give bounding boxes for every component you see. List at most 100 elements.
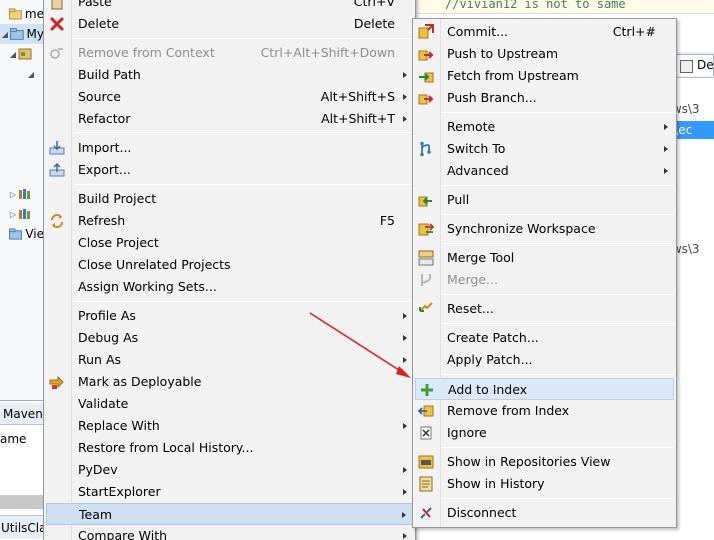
commit-icon — [418, 24, 434, 39]
submenu-arrow-icon — [403, 489, 407, 495]
menu-item-merge-tool[interactable]: Merge Tool — [415, 247, 674, 269]
tree-item-label: My — [26, 27, 44, 41]
menu-item-label: Fetch from Upstream — [447, 68, 579, 83]
menu-item-compare-with[interactable]: Compare With — [46, 525, 413, 540]
menu-item-advanced[interactable]: Advanced — [415, 160, 674, 182]
menu-item-pull[interactable]: Pull — [415, 189, 674, 211]
menu-item-pydev[interactable]: PyDev — [46, 459, 413, 481]
menu-item-startexplorer[interactable]: StartExplorer — [46, 481, 413, 503]
menu-item-label: Restore from Local History... — [78, 440, 254, 455]
menu-item-shortcut: Delete — [353, 16, 395, 31]
menu-item-label: Build Path — [78, 67, 141, 82]
menu-item-delete[interactable]: Delete Delete — [46, 13, 413, 35]
menu-item-label: Paste — [78, 0, 112, 9]
menu-item-shortcut: F5 — [379, 213, 395, 228]
menu-item-team[interactable]: Team — [46, 503, 413, 525]
menu-separator — [443, 374, 674, 375]
menu-item-paste[interactable]: Paste Ctrl+V — [46, 0, 413, 13]
synchronize-icon — [418, 223, 434, 236]
menu-separator — [443, 447, 674, 448]
tree-item[interactable]: Vie — [0, 224, 44, 244]
menu-item-run-as[interactable]: Run As — [46, 349, 413, 371]
menu-item-label: Merge Tool — [447, 250, 515, 265]
menu-item-reset[interactable]: Reset... — [415, 298, 674, 320]
tree-item[interactable]: ▷ — [0, 184, 44, 204]
tree-item[interactable]: ▷ — [0, 204, 44, 224]
disconnect-icon — [420, 507, 432, 519]
menu-item-label: Build Project — [78, 191, 157, 206]
menu-item-close-unrelated-projects[interactable]: Close Unrelated Projects — [46, 254, 413, 276]
menu-item-push-to-upstream[interactable]: Push to Upstream — [415, 43, 674, 65]
menu-item-remove-from-context[interactable]: Remove from Context Ctrl+Alt+Shift+Down — [46, 42, 413, 64]
tab-utils[interactable]: UtilsCla — [0, 515, 44, 539]
horizontal-scrollbar[interactable] — [0, 495, 44, 509]
menu-item-merge[interactable]: Merge... — [415, 269, 674, 291]
menu-item-label: Show in Repositories View — [447, 454, 611, 469]
menu-item-label: Add to Index — [448, 382, 528, 397]
menu-item-push-branch[interactable]: Push Branch... — [415, 87, 674, 109]
menu-item-label: Export... — [78, 162, 131, 177]
menu-item-label: Team — [79, 507, 113, 522]
menu-item-import[interactable]: Import... — [46, 137, 413, 159]
menu-item-debug-as[interactable]: Debug As — [46, 327, 413, 349]
menu-separator — [443, 185, 674, 186]
tab-declaration[interactable]: Dec — [674, 54, 714, 76]
menu-item-add-to-index[interactable]: Add to Index — [415, 378, 674, 400]
menu-item-assign-working-sets[interactable]: Assign Working Sets... — [46, 276, 413, 298]
menu-item-label: Switch To — [447, 141, 506, 156]
menu-item-build-path[interactable]: Build Path — [46, 64, 413, 86]
tree-item-selected[interactable]: ◢ My — [0, 24, 44, 44]
menu-item-replace-with[interactable]: Replace With — [46, 415, 413, 437]
menu-item-restore-from-local-history[interactable]: Restore from Local History... — [46, 437, 413, 459]
menu-item-commit[interactable]: Commit... Ctrl+# — [415, 21, 674, 43]
menu-item-create-patch[interactable]: Create Patch... — [415, 327, 674, 349]
remove-context-icon — [50, 48, 63, 59]
menu-item-fetch-from-upstream[interactable]: Fetch from Upstream — [415, 65, 674, 87]
menu-item-label: StartExplorer — [78, 484, 161, 499]
submenu-arrow-icon — [402, 512, 406, 518]
menu-item-switch-to[interactable]: Switch To — [415, 138, 674, 160]
pull-icon — [418, 196, 432, 207]
menu-item-label: Disconnect — [447, 505, 517, 520]
submenu-arrow-icon — [403, 94, 407, 100]
import-icon — [49, 141, 65, 155]
project-explorer: me ◢ My ◢ ◢ ▷ ▷ Vie — [0, 0, 44, 400]
tree-item[interactable]: ◢ — [0, 44, 44, 64]
menu-item-label: Compare With — [78, 528, 168, 540]
menu-item-mark-as-deployable[interactable]: Mark as Deployable — [46, 371, 413, 393]
menu-item-label: Create Patch... — [447, 330, 539, 345]
menu-item-close-project[interactable]: Close Project — [46, 232, 413, 254]
menu-item-remote[interactable]: Remote — [415, 116, 674, 138]
tab-maven[interactable]: Maven — [0, 403, 44, 425]
menu-item-label: Refresh — [78, 213, 126, 228]
delete-icon — [50, 17, 64, 31]
menu-item-show-in-history[interactable]: Show in History — [415, 473, 674, 495]
submenu-arrow-icon — [403, 467, 407, 473]
library-icon — [19, 189, 30, 199]
menu-separator — [74, 38, 413, 39]
menu-item-show-in-repositories-view[interactable]: Show in Repositories View — [415, 451, 674, 473]
menu-separator — [443, 112, 674, 113]
menu-item-label: Profile As — [78, 308, 136, 323]
menu-item-build-project[interactable]: Build Project — [46, 188, 413, 210]
menu-item-ignore[interactable]: Ignore — [415, 422, 674, 444]
expand-arrow-icon: ◢ — [9, 49, 17, 59]
menu-item-validate[interactable]: Validate — [46, 393, 413, 415]
submenu-arrow-icon — [403, 357, 407, 363]
menu-item-export[interactable]: Export... — [46, 159, 413, 181]
menu-item-label: Assign Working Sets... — [78, 279, 217, 294]
menu-item-apply-patch[interactable]: Apply Patch... — [415, 349, 674, 371]
tree-item[interactable]: ◢ — [0, 64, 44, 84]
code-line: //vivian12 is not to same — [417, 0, 714, 14]
menu-separator — [443, 498, 674, 499]
refresh-icon — [51, 214, 63, 228]
menu-item-synchronize-workspace[interactable]: Synchronize Workspace — [415, 218, 674, 240]
menu-item-refresh[interactable]: Refresh F5 — [46, 210, 413, 232]
menu-item-remove-from-index[interactable]: Remove from Index — [415, 400, 674, 422]
menu-item-disconnect[interactable]: Disconnect — [415, 502, 674, 524]
menu-item-label: Replace With — [78, 418, 160, 433]
menu-item-profile-as[interactable]: Profile As — [46, 305, 413, 327]
menu-item-refactor[interactable]: Refactor Alt+Shift+T — [46, 108, 413, 130]
menu-item-source[interactable]: Source Alt+Shift+S — [46, 86, 413, 108]
tree-item[interactable]: me — [0, 4, 44, 24]
